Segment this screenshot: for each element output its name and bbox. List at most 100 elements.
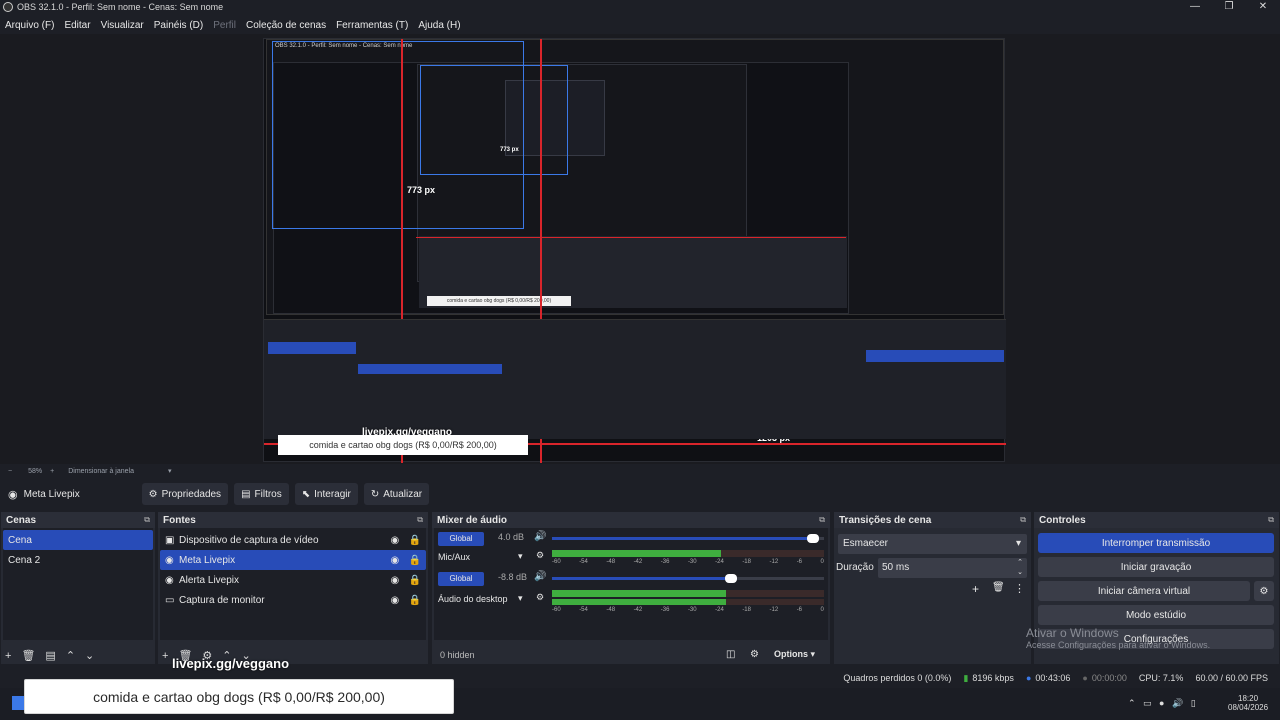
studio-mode-button[interactable]: Modo estúdio xyxy=(1038,605,1274,625)
source-item[interactable]: ▣ Dispositivo de captura de vídeo ◉ 🔒 xyxy=(160,530,426,550)
start-virtual-camera-button[interactable]: Iniciar câmera virtual xyxy=(1038,581,1250,601)
lock-icon[interactable]: 🔒 xyxy=(409,535,421,546)
camera-icon: ▣ xyxy=(165,534,175,546)
sources-list: ▣ Dispositivo de captura de vídeo ◉ 🔒 ◉ M… xyxy=(160,528,426,640)
eye-icon[interactable]: ◉ xyxy=(391,535,409,546)
meter-tick-label: -54 xyxy=(579,559,588,565)
selected-source-label: Meta Livepix xyxy=(23,488,80,500)
cpu-usage: CPU: 7.1% xyxy=(1138,673,1184,683)
channel-db: 4.0 dB xyxy=(498,532,525,542)
meter-tick-label: -36 xyxy=(660,607,670,613)
menu-perfil[interactable]: Perfil xyxy=(208,20,241,31)
menu-ferramentas[interactable]: Ferramentas (T) xyxy=(331,20,413,31)
channel-gear-icon[interactable]: ⚙ xyxy=(536,550,544,561)
preview-canvas[interactable]: OBS 32.1.0 - Perfil: Sem nome - Cenas: S… xyxy=(263,38,1006,463)
global-button[interactable]: Global xyxy=(438,532,484,546)
captured-scene-selected xyxy=(268,342,356,354)
undock-icon[interactable]: ⧉ xyxy=(1268,515,1274,525)
eye-icon[interactable]: ◉ xyxy=(391,575,409,586)
layout-icon[interactable]: ◫ xyxy=(726,649,735,660)
menu-paineis[interactable]: Painéis (D) xyxy=(149,20,208,31)
start-recording-button[interactable]: Iniciar gravação xyxy=(1038,557,1274,577)
undock-icon[interactable]: ⧉ xyxy=(819,515,825,525)
duration-value: 50 ms xyxy=(882,562,910,573)
meter-tick-label: -48 xyxy=(606,607,616,613)
trash-icon[interactable]: 🗑 xyxy=(992,582,1005,593)
lock-icon[interactable]: 🔒 xyxy=(409,575,421,586)
bitrate: 8196 kbps xyxy=(972,673,1014,683)
channel-menu-icon[interactable]: ▾ xyxy=(518,593,523,604)
maximize-button[interactable]: ❐ xyxy=(1212,0,1246,14)
advanced-audio-icon[interactable]: ⚙ xyxy=(750,649,759,660)
close-button[interactable]: ✕ xyxy=(1246,0,1280,14)
add-icon[interactable]: + xyxy=(5,650,11,662)
menu-editar[interactable]: Editar xyxy=(59,20,95,31)
clock[interactable]: 18:20 08/04/2026 xyxy=(1228,694,1268,712)
undock-icon[interactable]: ⧉ xyxy=(1020,515,1026,525)
meter-tick-label: -24 xyxy=(715,559,724,565)
trash-icon[interactable]: 🗑 xyxy=(21,649,35,662)
zoom-minus-icon[interactable]: − xyxy=(8,468,12,475)
chevron-up-icon[interactable]: ⌃ xyxy=(66,649,75,662)
filters-button[interactable]: ▤ Filtros xyxy=(234,483,289,505)
level-fill xyxy=(552,550,721,557)
undock-icon[interactable]: ⧉ xyxy=(144,515,150,525)
minimize-button[interactable]: — xyxy=(1178,0,1212,14)
zoom-dropdown-icon[interactable]: ▾ xyxy=(168,467,172,475)
tray-icons[interactable]: ⌃ ▭ ● 🔊 ▯ xyxy=(1128,698,1196,709)
channel-menu-icon[interactable]: ▾ xyxy=(518,551,523,562)
source-item[interactable]: ◉ Meta Livepix ◉ 🔒 xyxy=(160,550,426,570)
volume-slider[interactable] xyxy=(552,534,824,543)
menu-arquivo[interactable]: Arquivo (F) xyxy=(0,20,59,31)
zoom-mode[interactable]: Dimensionar à janela xyxy=(68,468,134,475)
transition-type: Esmaecer xyxy=(843,538,889,549)
interact-button[interactable]: ⬉ Interagir xyxy=(294,483,358,505)
properties-button[interactable]: ⚙ Propriedades xyxy=(141,483,229,505)
scene-item[interactable]: Cena 2 xyxy=(3,550,153,570)
stop-stream-button[interactable]: Interromper transmissão xyxy=(1038,533,1274,553)
refresh-button[interactable]: ↻ Atualizar xyxy=(363,483,430,505)
speaker-icon[interactable]: 🔊 xyxy=(534,531,546,542)
eye-icon[interactable]: ◉ xyxy=(391,595,409,606)
zoom-plus-icon[interactable]: + xyxy=(50,468,54,475)
obs-logo-icon xyxy=(3,2,13,12)
lock-icon[interactable]: 🔒 xyxy=(409,595,421,606)
undock-icon[interactable]: ⧉ xyxy=(417,515,423,525)
source-item[interactable]: ▭ Captura de monitor ◉ 🔒 xyxy=(160,590,426,610)
scene-item[interactable]: Cena xyxy=(3,530,153,550)
source-toolbar: ◉ Meta Livepix ⚙ Propriedades ▤ Filtros ⬉ I… xyxy=(0,482,1280,506)
menu-ajuda[interactable]: Ajuda (H) xyxy=(413,20,465,31)
audio-mixer-dock: Mixer de áudio ⧉ Global 4.0 dB 🔊 Mic/Aux … xyxy=(432,512,830,664)
stream-time: 00:43:06 xyxy=(1035,673,1071,683)
transition-select[interactable]: Esmaecer ▾ xyxy=(838,534,1027,554)
fps: 60.00 / 60.00 FPS xyxy=(1195,673,1268,683)
channel-gear-icon[interactable]: ⚙ xyxy=(536,592,544,603)
lock-icon[interactable]: 🔒 xyxy=(409,555,421,566)
duration-input[interactable]: 50 ms ⌃ ⌄ xyxy=(878,558,1027,578)
zoom-row: − 58% + Dimensionar à janela ▾ xyxy=(0,465,1280,477)
volume-slider[interactable] xyxy=(552,574,824,583)
captured-overlay-box: comida e cartao obg dogs (R$ 0,00/R$ 200… xyxy=(278,435,528,455)
more-icon[interactable]: ⋮ xyxy=(1014,582,1025,595)
speaker-icon[interactable]: 🔊 xyxy=(534,571,546,582)
options-button[interactable]: Options ▾ xyxy=(774,649,815,660)
globe-icon: ◉ xyxy=(8,488,18,501)
menu-colecao-cenas[interactable]: Coleção de cenas xyxy=(241,20,331,31)
menu-visualizar[interactable]: Visualizar xyxy=(96,20,149,31)
meter-tick-label: -42 xyxy=(633,559,643,565)
volume-handle[interactable] xyxy=(724,574,737,583)
add-icon[interactable]: + xyxy=(162,650,168,662)
volume-handle[interactable] xyxy=(806,534,819,543)
filter-icon[interactable]: ▤ xyxy=(45,649,55,662)
global-button[interactable]: Global xyxy=(438,572,484,586)
virtual-camera-gear-icon[interactable]: ⚙ xyxy=(1254,581,1274,601)
spin-icon[interactable]: ⌃ ⌄ xyxy=(1017,558,1023,578)
add-icon[interactable]: + xyxy=(972,582,979,596)
meter-tick-label: -42 xyxy=(633,607,643,613)
source-item[interactable]: ◉ Alerta Livepix ◉ 🔒 xyxy=(160,570,426,590)
mixer-channels: Global 4.0 dB 🔊 Mic/Aux ▾ ⚙ -60 -54 -48 -42… xyxy=(434,528,828,640)
level-meter-right xyxy=(552,599,824,605)
eye-icon[interactable]: ◉ xyxy=(391,555,409,566)
chevron-down-icon[interactable]: ⌄ xyxy=(85,649,94,662)
mixer-title: Mixer de áudio xyxy=(437,514,508,526)
